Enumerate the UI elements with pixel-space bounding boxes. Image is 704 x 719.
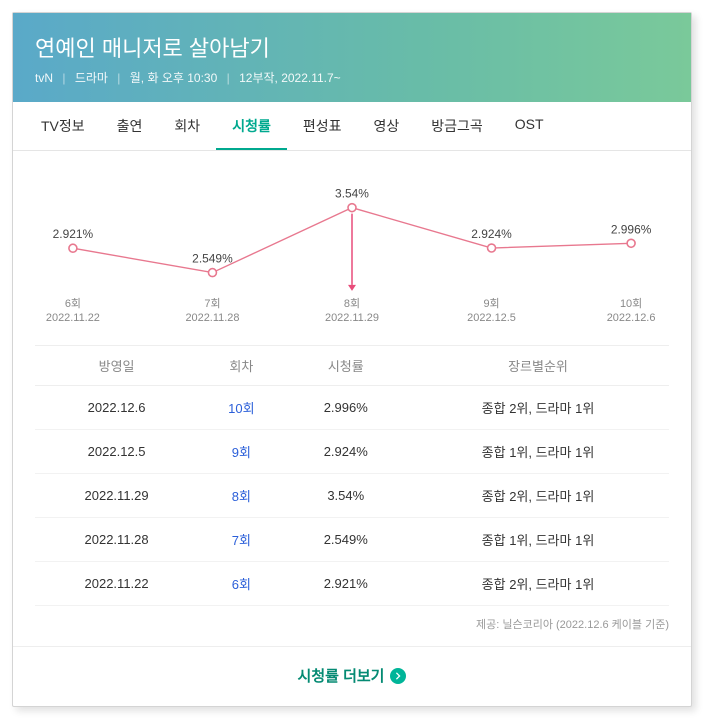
program-header: 연예인 매니저로 살아남기 tvN | 드라마 | 월, 화 오후 10:30 … [13,13,691,102]
genre: 드라마 [75,71,108,85]
chart-x-ep: 9회 [483,297,499,310]
col-2: 시청률 [285,346,407,386]
tabs: TV정보출연회차시청률편성표영상방금그곡OST [13,102,691,151]
chart-point [488,244,496,252]
tab-0[interactable]: TV정보 [25,102,101,150]
table-row: 2022.11.287회2.549%종합 1위, 드라마 1위 [35,518,669,562]
chart-x-ep: 6회 [65,297,81,310]
tab-5[interactable]: 영상 [357,102,415,150]
table-row: 2022.12.610회2.996%종합 2위, 드라마 1위 [35,386,669,430]
ratings-table: 방영일회차시청률장르별순위 2022.12.610회2.996%종합 2위, 드… [35,345,669,606]
chart-x-ep: 8회 [344,297,360,310]
chart-value-label: 2.996% [611,222,652,236]
chart-point [208,269,216,277]
cell-rating: 2.996% [285,386,407,430]
tab-2[interactable]: 회차 [158,102,216,150]
cell-episode-link[interactable]: 10회 [198,386,284,430]
chart-value-label: 2.924% [471,227,512,241]
cell-date: 2022.12.6 [35,386,198,430]
cell-date: 2022.11.28 [35,518,198,562]
table-row: 2022.12.59회2.924%종합 1위, 드라마 1위 [35,430,669,474]
more-label: 시청률 더보기 [298,665,385,686]
chart-point [627,239,635,247]
cell-rank: 종합 1위, 드라마 1위 [407,518,669,562]
tab-6[interactable]: 방금그곡 [415,102,499,150]
cell-episode-link[interactable]: 6회 [198,562,284,606]
cell-rating: 2.921% [285,562,407,606]
col-0: 방영일 [35,346,198,386]
chart-x-date: 2022.11.29 [325,312,379,324]
cell-rating: 3.54% [285,474,407,518]
more-section: 시청률 더보기 [13,646,691,706]
cell-episode-link[interactable]: 9회 [198,430,284,474]
program-meta: tvN | 드라마 | 월, 화 오후 10:30 | 12부작, 2022.1… [35,69,669,86]
chart-x-date: 2022.11.28 [185,312,239,324]
cell-date: 2022.11.29 [35,474,198,518]
episodes-info: 12부작, 2022.11.7~ [239,71,341,85]
chart-x-ep: 7회 [204,297,220,310]
tab-3[interactable]: 시청률 [216,102,287,150]
col-3: 장르별순위 [407,346,669,386]
cell-rank: 종합 1위, 드라마 1위 [407,430,669,474]
data-source: 제공: 닐슨코리아 (2022.12.6 케이블 기준) [13,606,691,646]
table-row: 2022.11.226회2.921%종합 2위, 드라마 1위 [35,562,669,606]
cell-rank: 종합 2위, 드라마 1위 [407,562,669,606]
cell-episode-link[interactable]: 8회 [198,474,284,518]
tab-7[interactable]: OST [499,102,560,150]
program-card: 연예인 매니저로 살아남기 tvN | 드라마 | 월, 화 오후 10:30 … [12,12,692,707]
cell-rank: 종합 2위, 드라마 1위 [407,474,669,518]
chart-value-label: 3.54% [335,187,369,201]
line-chart-svg: 2.921% 6회 2022.11.22 2.549% 7회 2022.11.28 3.54… [43,173,661,333]
channel: tvN [35,71,53,85]
ratings-chart: 2.921% 6회 2022.11.22 2.549% 7회 2022.11.28 3.54… [13,151,691,341]
col-1: 회차 [198,346,284,386]
program-title: 연예인 매니저로 살아남기 [35,31,669,63]
chart-x-date: 2022.12.6 [607,312,656,324]
cell-date: 2022.11.22 [35,562,198,606]
more-ratings-button[interactable]: 시청률 더보기 [298,665,407,686]
tab-1[interactable]: 출연 [101,102,159,150]
chevron-right-icon [390,668,406,684]
chart-x-date: 2022.12.5 [467,312,516,324]
chart-value-label: 2.549% [192,252,233,266]
chart-value-label: 2.921% [53,227,94,241]
cell-episode-link[interactable]: 7회 [198,518,284,562]
cell-date: 2022.12.5 [35,430,198,474]
schedule: 월, 화 오후 10:30 [130,71,218,85]
chart-point [69,244,77,252]
cell-rating: 2.924% [285,430,407,474]
chart-x-ep: 10회 [620,297,642,310]
tab-4[interactable]: 편성표 [287,102,358,150]
chart-x-date: 2022.11.22 [46,312,100,324]
cell-rank: 종합 2위, 드라마 1위 [407,386,669,430]
table-row: 2022.11.298회3.54%종합 2위, 드라마 1위 [35,474,669,518]
chart-point [348,204,356,212]
cell-rating: 2.549% [285,518,407,562]
